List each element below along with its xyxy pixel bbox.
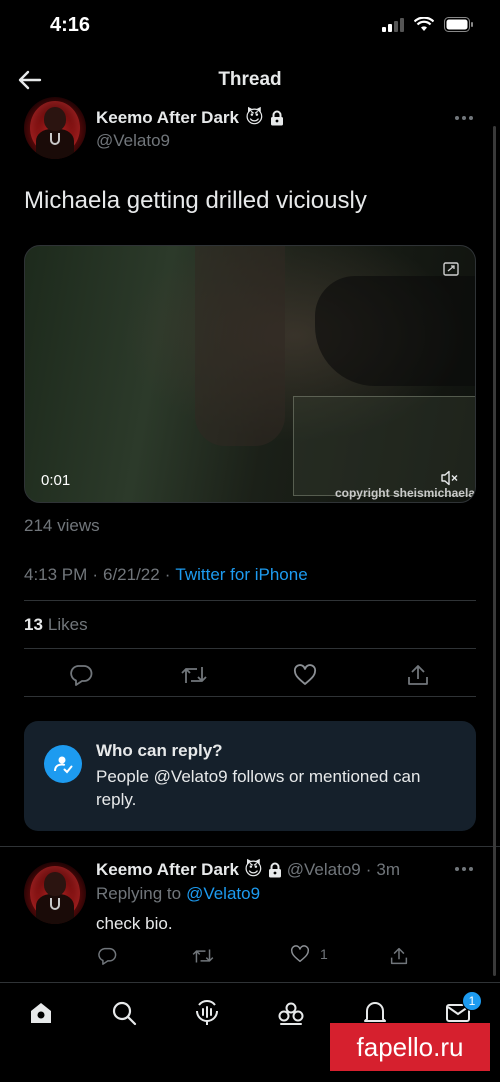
search-icon (112, 1001, 137, 1026)
separator: · (92, 565, 98, 584)
reply-text: check bio. (96, 914, 173, 933)
reply-time: 3m (376, 859, 401, 879)
status-bar: 4:16 (0, 0, 500, 56)
tweet-text: Michaela getting drilled viciously (24, 187, 367, 214)
who-can-reply-description: People @Velato9 follows or mentioned can… (96, 767, 421, 809)
who-can-reply-card: Who can reply? People @Velato9 follows o… (24, 721, 476, 831)
author-handle[interactable]: @Velato9 (96, 131, 170, 151)
divider (24, 600, 476, 601)
reply-share-button[interactable] (388, 945, 410, 967)
likes-label: Likes (47, 615, 88, 634)
video-player[interactable]: 0:01 copyright sheismichaela (24, 245, 476, 503)
page-title: Thread (218, 69, 282, 90)
nav-home[interactable] (21, 997, 61, 1029)
heart-icon (291, 945, 309, 963)
reply-button[interactable] (68, 662, 94, 688)
person-check-icon (44, 745, 82, 783)
share-button[interactable] (405, 662, 431, 688)
reply-more-icon[interactable] (455, 865, 475, 873)
communities-icon (278, 1002, 304, 1025)
share-icon (408, 665, 428, 685)
likes-count: 13 (24, 615, 43, 634)
pip-icon[interactable] (443, 262, 459, 276)
separator: · (164, 565, 171, 584)
retweet-icon (181, 667, 207, 683)
header: Thread (0, 56, 500, 104)
video-watermark: copyright sheismichaela (334, 486, 475, 500)
author-avatar[interactable] (24, 97, 86, 159)
reply-author-handle[interactable]: @Velato9 (287, 860, 361, 880)
devil-emoji-icon: 😈 (244, 107, 264, 127)
replying-to-handle[interactable]: @Velato9 (186, 884, 260, 904)
replying-to-label: Replying to (96, 884, 182, 903)
author-name-row: Keemo After Dark 😈 (96, 107, 284, 128)
messages-badge: 1 (462, 991, 482, 1011)
spaces-icon (196, 1000, 218, 1025)
nav-communities[interactable] (271, 997, 311, 1029)
nav-spaces[interactable] (187, 997, 227, 1029)
more-icon[interactable] (455, 114, 475, 122)
devil-emoji-icon: 😈 (243, 859, 263, 879)
scrollbar[interactable] (493, 126, 496, 976)
share-icon (390, 947, 408, 965)
tweet-date: 6/21/22 (102, 565, 160, 584)
mute-icon[interactable] (441, 470, 459, 486)
tweet-source-link[interactable]: Twitter for iPhone (175, 565, 307, 585)
who-can-reply-title: Who can reply? (96, 741, 223, 760)
battery-icon (444, 17, 473, 32)
reply-header-row: Keemo After Dark 😈 @Velato9 · 3m (96, 859, 400, 880)
retweet-button[interactable] (180, 662, 208, 688)
divider (24, 648, 476, 649)
reply-like-button[interactable]: 1 (290, 945, 328, 963)
lock-icon (268, 862, 281, 877)
reply-retweet-button[interactable] (190, 945, 216, 967)
comment-icon (98, 947, 117, 965)
home-icon (31, 1003, 51, 1023)
reply-reply-button[interactable] (96, 945, 118, 967)
video-elapsed-time: 0:01 (41, 472, 71, 489)
wifi-icon (414, 17, 434, 31)
timestamp-row: 4:13 PM · 6/21/22 · Twitter for iPhone (24, 565, 308, 585)
nav-search[interactable] (104, 997, 144, 1029)
separator: · (365, 859, 372, 879)
lock-icon (270, 110, 283, 125)
replying-to-row: Replying to @Velato9 (96, 884, 260, 904)
signal-icon (382, 17, 404, 32)
reply-author-avatar[interactable] (24, 862, 86, 924)
reply-like-count: 1 (320, 946, 328, 962)
retweet-icon (192, 949, 214, 963)
heart-icon (293, 664, 317, 685)
likes-row[interactable]: 13 Likes (24, 615, 88, 635)
author-name[interactable]: Keemo After Dark (96, 108, 239, 128)
reply-author-name[interactable]: Keemo After Dark (96, 860, 239, 880)
site-watermark: fapello.ru (330, 1023, 490, 1071)
tweet-time: 4:13 PM (24, 565, 88, 584)
status-time: 4:16 (50, 14, 91, 36)
divider (0, 846, 500, 847)
views-count: 214 views (24, 516, 100, 535)
comment-icon (70, 665, 93, 686)
divider (24, 696, 476, 697)
like-button[interactable] (292, 662, 318, 688)
status-icons (382, 17, 474, 32)
